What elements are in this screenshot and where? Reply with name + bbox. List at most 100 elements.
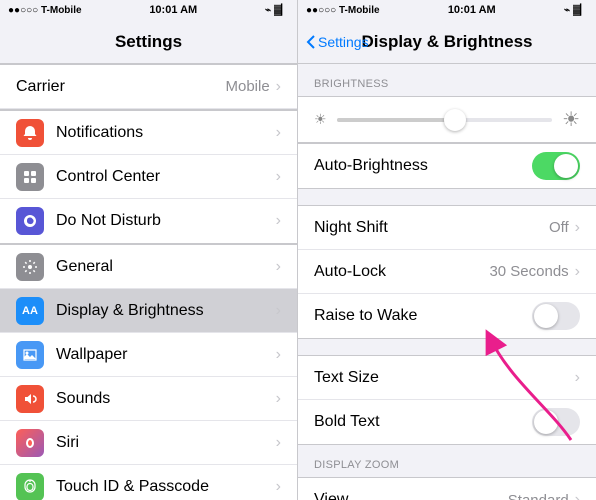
view-label: View	[314, 491, 508, 500]
right-bluetooth-icon: ⌁	[564, 5, 570, 16]
text-size-chevron: ›	[575, 369, 580, 387]
notifications-icon	[16, 119, 44, 147]
touch-id-icon	[16, 473, 44, 500]
carrier-value: Mobile	[225, 78, 269, 95]
auto-lock-value: 30 Seconds	[489, 263, 568, 280]
sidebar-item-siri[interactable]: Siri ›	[0, 421, 297, 465]
text-size-row[interactable]: Text Size ›	[298, 356, 596, 400]
display-brightness-text-icon: AA	[22, 305, 38, 317]
bold-text-row[interactable]: Bold Text	[298, 400, 596, 444]
touch-id-chevron: ›	[276, 478, 281, 496]
display-brightness-icon: AA	[16, 297, 44, 325]
display-zoom-group: View Standard ›	[298, 477, 596, 500]
slider-fill	[337, 118, 456, 122]
siri-chevron: ›	[276, 434, 281, 452]
sounds-icon	[16, 385, 44, 413]
left-panel: ●●○○○ T-Mobile 10:01 AM ⌁ ▓▏ Settings Ca…	[0, 0, 298, 500]
brightness-section-header: BRIGHTNESS	[298, 64, 596, 96]
view-row[interactable]: View Standard ›	[298, 478, 596, 500]
night-shift-chevron: ›	[575, 219, 580, 237]
raise-to-wake-row[interactable]: Raise to Wake	[298, 294, 596, 338]
raise-to-wake-toggle-thumb	[534, 304, 558, 328]
carrier-row[interactable]: Carrier Mobile ›	[0, 65, 297, 109]
control-center-icon	[16, 163, 44, 191]
auto-brightness-row[interactable]: Auto-Brightness	[298, 144, 596, 188]
gap-4	[298, 339, 596, 355]
do-not-disturb-chevron: ›	[276, 212, 281, 230]
carrier-chevron: ›	[276, 78, 281, 96]
right-carrier: ●●○○○ T-Mobile	[306, 5, 380, 16]
wallpaper-label: Wallpaper	[56, 346, 276, 364]
sidebar-item-touch-id[interactable]: Touch ID & Passcode ›	[0, 465, 297, 500]
sidebar-item-notifications[interactable]: Notifications ›	[0, 111, 297, 155]
back-button[interactable]: Settings	[306, 34, 369, 50]
middle-group: Night Shift Off › Auto-Lock 30 Seconds ›…	[298, 205, 596, 339]
brightness-slider[interactable]	[337, 118, 553, 122]
control-center-label: Control Center	[56, 168, 276, 186]
sidebar-item-do-not-disturb[interactable]: Do Not Disturb ›	[0, 199, 297, 243]
back-label: Settings	[318, 34, 369, 50]
left-status-bar: ●●○○○ T-Mobile 10:01 AM ⌁ ▓▏	[0, 0, 297, 20]
wallpaper-chevron: ›	[276, 346, 281, 364]
sidebar-item-sounds[interactable]: Sounds ›	[0, 377, 297, 421]
control-center-chevron: ›	[276, 168, 281, 186]
right-status-bar: ●●○○○ T-Mobile 10:01 AM ⌁ ▓▏	[298, 0, 596, 20]
night-shift-row[interactable]: Night Shift Off ›	[298, 206, 596, 250]
view-value: Standard	[508, 492, 569, 500]
left-battery-area: ⌁ ▓▏	[265, 5, 289, 16]
brightness-slider-row[interactable]: ☀ ☀	[298, 96, 596, 143]
bold-text-toggle[interactable]	[532, 408, 580, 436]
sidebar-item-display-brightness[interactable]: AA Display & Brightness ›	[0, 289, 297, 333]
right-battery-icon: ▓▏	[573, 5, 588, 16]
right-nav-title: Display & Brightness	[362, 32, 533, 52]
sidebar-item-wallpaper[interactable]: Wallpaper ›	[0, 333, 297, 377]
left-carrier: ●●○○○ T-Mobile	[8, 5, 82, 16]
wallpaper-icon	[16, 341, 44, 369]
carrier-label: Carrier	[16, 78, 225, 96]
brightness-bright-icon: ☀	[562, 107, 580, 132]
text-group: Text Size › Bold Text	[298, 355, 596, 445]
auto-lock-label: Auto-Lock	[314, 263, 489, 281]
sidebar-item-general[interactable]: General ›	[0, 245, 297, 289]
raise-to-wake-label: Raise to Wake	[314, 307, 532, 325]
brightness-dim-icon: ☀	[314, 111, 327, 128]
display-brightness-chevron: ›	[276, 302, 281, 320]
auto-lock-row[interactable]: Auto-Lock 30 Seconds ›	[298, 250, 596, 294]
right-content: BRIGHTNESS ☀ ☀ Auto-Brightness	[298, 64, 596, 500]
notifications-label: Notifications	[56, 124, 276, 142]
left-bluetooth-icon: ⌁	[265, 5, 271, 16]
carrier-section: Carrier Mobile ›	[0, 64, 297, 110]
bold-text-toggle-thumb	[534, 410, 558, 434]
general-icon	[16, 253, 44, 281]
auto-brightness-toggle[interactable]	[532, 152, 580, 180]
touch-id-label: Touch ID & Passcode	[56, 478, 276, 496]
left-nav-title: Settings	[115, 32, 182, 52]
general-label: General	[56, 258, 276, 276]
view-chevron: ›	[575, 491, 580, 500]
siri-icon	[16, 429, 44, 457]
second-group: General › AA Display & Brightness › Wall…	[0, 244, 297, 500]
notifications-chevron: ›	[276, 124, 281, 142]
auto-brightness-toggle-thumb	[554, 154, 578, 178]
left-time: 10:01 AM	[149, 4, 197, 16]
raise-to-wake-toggle[interactable]	[532, 302, 580, 330]
display-zoom-section-header: DISPLAY ZOOM	[298, 445, 596, 477]
auto-brightness-label: Auto-Brightness	[314, 157, 532, 175]
right-battery-area: ⌁ ▓▏	[564, 5, 588, 16]
right-time: 10:01 AM	[448, 4, 496, 16]
auto-lock-chevron: ›	[575, 263, 580, 281]
left-battery-icon: ▓▏	[274, 5, 289, 16]
left-nav-bar: Settings	[0, 20, 297, 64]
right-panel: ●●○○○ T-Mobile 10:01 AM ⌁ ▓▏ Settings Di…	[298, 0, 596, 500]
display-brightness-label: Display & Brightness	[56, 302, 276, 320]
general-chevron: ›	[276, 258, 281, 276]
do-not-disturb-icon	[16, 207, 44, 235]
sidebar-item-control-center[interactable]: Control Center ›	[0, 155, 297, 199]
sounds-label: Sounds	[56, 390, 276, 408]
right-nav-bar: Settings Display & Brightness	[298, 20, 596, 64]
right-panel-wrapper: ●●○○○ T-Mobile 10:01 AM ⌁ ▓▏ Settings Di…	[298, 0, 596, 500]
gap-3	[298, 189, 596, 205]
do-not-disturb-label: Do Not Disturb	[56, 212, 276, 230]
night-shift-value: Off	[549, 219, 569, 236]
bold-text-label: Bold Text	[314, 413, 532, 431]
